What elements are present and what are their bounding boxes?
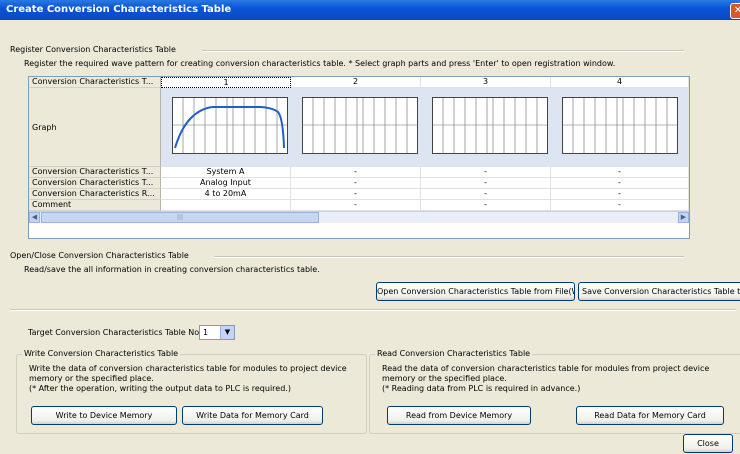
horizontal-scrollbar[interactable]: ◀ ||| ▶ — [29, 211, 689, 223]
divider — [10, 309, 736, 311]
graph-3-svg — [433, 98, 547, 153]
title-bar: Create Conversion Characteristics Table … — [0, 0, 740, 20]
write-line-2: memory or the specified place. — [29, 374, 154, 383]
cell-type-2[interactable]: - — [291, 167, 421, 178]
cell-input-4[interactable]: - — [551, 178, 689, 189]
graph-1-curve — [174, 106, 285, 149]
cell-range-4[interactable]: - — [551, 189, 689, 200]
graph-4-svg — [563, 98, 677, 153]
read-line-2: memory or the specified place. — [382, 374, 507, 383]
save-to-file-button[interactable]: Save Conversion Characteristics Table to… — [578, 282, 740, 301]
read-from-device-memory-button[interactable]: Read from Device Memory — [387, 406, 531, 425]
cell-range-2[interactable]: - — [291, 189, 421, 200]
dialog-window: Create Conversion Characteristics Table … — [0, 0, 740, 454]
openclose-section-title: Open/Close Conversion Characteristics Ta… — [10, 251, 189, 260]
row-header-table-no: Conversion Characteristics T... — [29, 77, 161, 88]
read-group: Read Conversion Characteristics Table Re… — [369, 349, 740, 434]
openclose-description: Read/save the all information in creatin… — [24, 265, 320, 274]
scroll-left-icon[interactable]: ◀ — [29, 212, 40, 223]
column-header-4[interactable]: 4 — [551, 77, 689, 88]
close-button[interactable]: Close — [683, 434, 733, 453]
cell-comment-1[interactable] — [161, 200, 291, 211]
cell-input-1[interactable]: Analog Input — [161, 178, 291, 189]
column-header-1[interactable]: 1 — [161, 77, 291, 88]
graph-thumbnail-4[interactable] — [562, 97, 678, 154]
chevron-down-icon[interactable]: ▼ — [220, 326, 234, 339]
cell-comment-3[interactable]: - — [421, 200, 551, 211]
conversion-table-grid[interactable]: Conversion Characteristics T... Graph Co… — [28, 76, 690, 239]
cell-input-2[interactable]: - — [291, 178, 421, 189]
scroll-thumb[interactable]: ||| — [41, 212, 319, 223]
divider — [202, 50, 684, 52]
write-group-title: Write Conversion Characteristics Table — [22, 349, 181, 358]
row-header-range: Conversion Characteristics R... — [29, 189, 161, 200]
cell-type-4[interactable]: - — [551, 167, 689, 178]
graph-thumbnail-3[interactable] — [432, 97, 548, 154]
write-line-1: Write the data of conversion characteris… — [29, 364, 347, 373]
open-from-file-button[interactable]: Open Conversion Characteristics Table fr… — [376, 282, 575, 301]
graph-thumbnail-2[interactable] — [302, 97, 418, 154]
read-line-1: Read the data of conversion characterist… — [382, 364, 710, 373]
read-line-3: (* Reading data from PLC is required in … — [382, 384, 581, 393]
write-to-device-memory-button[interactable]: Write to Device Memory — [31, 406, 177, 425]
write-group: Write Conversion Characteristics Table W… — [16, 349, 367, 434]
window-title: Create Conversion Characteristics Table — [6, 4, 232, 15]
cell-type-3[interactable]: - — [421, 167, 551, 178]
dialog-body: Register Conversion Characteristics Tabl… — [4, 20, 740, 454]
read-data-memory-card-button[interactable]: Read Data for Memory Card — [576, 406, 724, 425]
graph-2-svg — [303, 98, 417, 153]
graph-thumbnail-1[interactable] — [172, 97, 288, 154]
divider — [214, 256, 684, 258]
target-table-select[interactable]: 1 ▼ — [199, 325, 235, 340]
row-header-graph: Graph — [29, 88, 161, 167]
row-header-type: Conversion Characteristics T... — [29, 167, 161, 178]
target-table-label: Target Conversion Characteristics Table … — [28, 328, 202, 337]
target-table-value: 1 — [203, 328, 209, 337]
column-header-2[interactable]: 2 — [291, 77, 421, 88]
close-window-icon[interactable]: ✕ — [730, 3, 740, 19]
scroll-right-icon[interactable]: ▶ — [678, 212, 689, 223]
cell-comment-4[interactable]: - — [551, 200, 689, 211]
cell-range-1[interactable]: 4 to 20mA — [161, 189, 291, 200]
column-header-3[interactable]: 3 — [421, 77, 551, 88]
cell-type-1[interactable]: System A — [161, 167, 291, 178]
graph-1-svg — [173, 98, 287, 153]
row-header-comment: Comment — [29, 200, 161, 211]
register-description: Register the required wave pattern for c… — [24, 59, 616, 68]
read-group-title: Read Conversion Characteristics Table — [375, 349, 533, 358]
write-data-memory-card-button[interactable]: Write Data for Memory Card — [182, 406, 323, 425]
cell-comment-2[interactable]: - — [291, 200, 421, 211]
register-section-title: Register Conversion Characteristics Tabl… — [10, 45, 176, 54]
cell-input-3[interactable]: - — [421, 178, 551, 189]
cell-range-3[interactable]: - — [421, 189, 551, 200]
row-header-input: Conversion Characteristics T... — [29, 178, 161, 189]
write-line-3: (* After the operation, writing the outp… — [29, 384, 291, 393]
